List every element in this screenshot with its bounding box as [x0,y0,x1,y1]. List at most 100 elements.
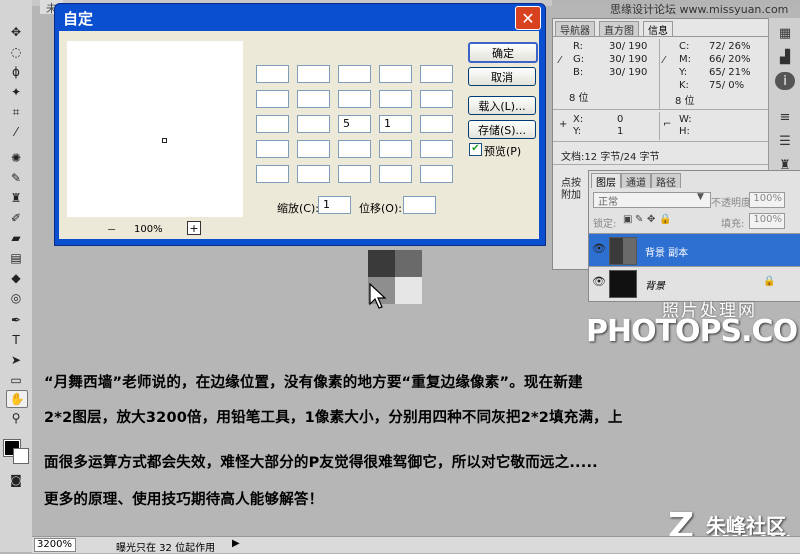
healing-brush-tool-icon[interactable]: ✺ [6,150,26,166]
hand-tool-icon[interactable]: ✋ [6,390,28,408]
info-x-value: 0 [617,114,624,125]
lock-all-icon[interactable]: 🔒 [659,214,671,225]
save-button[interactable]: 存储(S)... [468,120,536,139]
status-menu-arrow-icon[interactable]: ▶ [232,538,240,549]
matrix-cell[interactable] [297,140,330,158]
matrix-cell[interactable] [338,140,371,158]
eyedropper-tool-icon[interactable]: ⁄ [6,124,26,140]
matrix-cell[interactable] [379,165,412,183]
offset-input[interactable] [403,196,436,214]
clone-stamp-tool-icon[interactable]: ♜ [6,190,26,206]
tool-presets-dock-icon[interactable]: ☰ [775,132,795,150]
panel-divider [553,36,768,37]
shape-tool-icon[interactable]: ▭ [6,372,26,388]
marquee-tool-icon[interactable]: ◌ [6,44,26,60]
histogram-dock-icon[interactable]: ▟ [775,48,795,66]
background-color-swatch[interactable] [13,448,29,464]
dialog-body: − 100% + 缩放(C): 1 位移(O): 确定 取消 载入(L)... … [59,31,539,239]
matrix-cell[interactable] [256,115,289,133]
blur-tool-icon[interactable]: ◆ [6,270,26,286]
tab-info[interactable]: 信息 [643,21,673,37]
matrix-cell[interactable] [420,115,453,133]
caption-line-4: 更多的原理、使用技巧期待高人能够解答！ [44,492,324,508]
preview-checkbox-label[interactable]: 预览(P) [484,143,521,159]
offset-label: 位移(O): [359,202,402,215]
zoom-out-button[interactable]: − [107,223,121,236]
filter-preview[interactable] [67,41,243,217]
gradient-tool-icon[interactable]: ▤ [6,250,26,266]
matrix-cell[interactable] [420,90,453,108]
opacity-input[interactable]: 100% [749,192,785,208]
blend-mode-select[interactable]: 正常 [593,192,711,208]
path-selection-tool-icon[interactable]: ➤ [6,352,26,368]
crop-tool-icon[interactable]: ⌗ [6,104,26,120]
lock-position-icon[interactable]: ✥ [647,214,655,225]
info-c-label: C: [679,41,690,52]
matrix-cell[interactable] [379,65,412,83]
brush-tool-icon[interactable]: ✎ [6,170,26,186]
matrix-cell[interactable] [297,115,330,133]
lasso-tool-icon[interactable]: ϕ [6,64,26,80]
visibility-eye-icon[interactable]: 👁 [592,275,606,289]
close-button[interactable]: ✕ [515,6,541,30]
tab-navigator[interactable]: 导航器 [555,21,595,37]
matrix-cell[interactable] [256,165,289,183]
tab-paths[interactable]: 路径 [651,173,681,189]
move-tool-icon[interactable]: ✥ [6,24,26,40]
layer-row-background-copy[interactable]: 👁 背景 副本 [589,233,800,266]
lock-label: 锁定: [593,219,617,230]
magic-wand-tool-icon[interactable]: ✦ [6,84,26,100]
matrix-cell[interactable] [420,165,453,183]
info-m-value: 66/ 20% [709,54,751,65]
quick-mask-icon[interactable]: ◙ [6,472,26,488]
status-bar: 3200% 曝光只在 32 位起作用 ▶ [32,536,800,554]
matrix-cell[interactable] [420,140,453,158]
matrix-cell[interactable]: 1 [379,115,412,133]
load-button[interactable]: 载入(L)... [468,96,536,115]
matrix-cell[interactable] [297,165,330,183]
tab-channels[interactable]: 通道 [621,173,651,189]
type-tool-icon[interactable]: T [6,332,26,348]
matrix-cell[interactable] [338,90,371,108]
zoom-in-button[interactable]: + [187,221,201,235]
dodge-tool-icon[interactable]: ◎ [6,290,26,306]
info-w-label: W: [679,114,692,125]
info-dock-icon[interactable]: i [775,72,795,90]
matrix-cell[interactable] [379,90,412,108]
visibility-eye-icon[interactable]: 👁 [592,242,606,256]
matrix-cell[interactable] [256,65,289,83]
cancel-button[interactable]: 取消 [468,67,536,86]
panel-divider [553,141,768,142]
ok-button[interactable]: 确定 [468,42,538,63]
caption-line-1: “月舞西墙”老师说的，在边缘位置，没有像素的地方要“重复边缘像素”。现在新建 [44,375,583,391]
tab-histogram[interactable]: 直方图 [599,21,639,37]
lock-transparency-icon[interactable]: ▣ [623,214,632,225]
matrix-cell[interactable] [297,90,330,108]
tab-layers[interactable]: 图层 [591,173,621,189]
zoom-status-input[interactable]: 3200% [34,538,76,552]
matrix-cell[interactable]: 5 [338,115,371,133]
toolbox: ✥ ◌ ϕ ✦ ⌗ ⁄ ✺ ✎ ♜ ✐ ▰ ▤ ◆ ◎ ✒ T ➤ ▭ ✋ ⚲ … [0,0,33,552]
matrix-cell[interactable] [256,140,289,158]
matrix-cell[interactable] [420,65,453,83]
matrix-cell[interactable] [338,165,371,183]
matrix-cell[interactable] [379,140,412,158]
history-brush-tool-icon[interactable]: ✐ [6,210,26,226]
pen-tool-icon[interactable]: ✒ [6,312,26,328]
matrix-cell[interactable] [256,90,289,108]
matrix-cell[interactable] [297,65,330,83]
navigator-dock-icon[interactable]: ▦ [775,24,795,42]
caption-line-2: 2*2图层，放大3200倍，用铅笔工具，1像素大小，分别用四种不同灰把2*2填充… [44,410,623,426]
zoom-tool-icon[interactable]: ⚲ [6,410,26,426]
layer-row-background[interactable]: 👁 背景 🔒 [589,266,800,299]
fill-input[interactable]: 100% [749,213,785,229]
scale-input[interactable]: 1 [318,196,351,214]
matrix-cell[interactable] [338,65,371,83]
preview-checkbox[interactable]: ✔ [469,143,482,156]
preview-pixel [162,138,167,143]
eraser-tool-icon[interactable]: ▰ [6,230,26,246]
brushes-dock-icon[interactable]: ≡ [775,108,795,126]
lock-pixels-icon[interactable]: ✎ [635,214,643,225]
opacity-label: 不透明度: [711,198,755,209]
blend-chevron-icon: ▼ [697,192,704,202]
